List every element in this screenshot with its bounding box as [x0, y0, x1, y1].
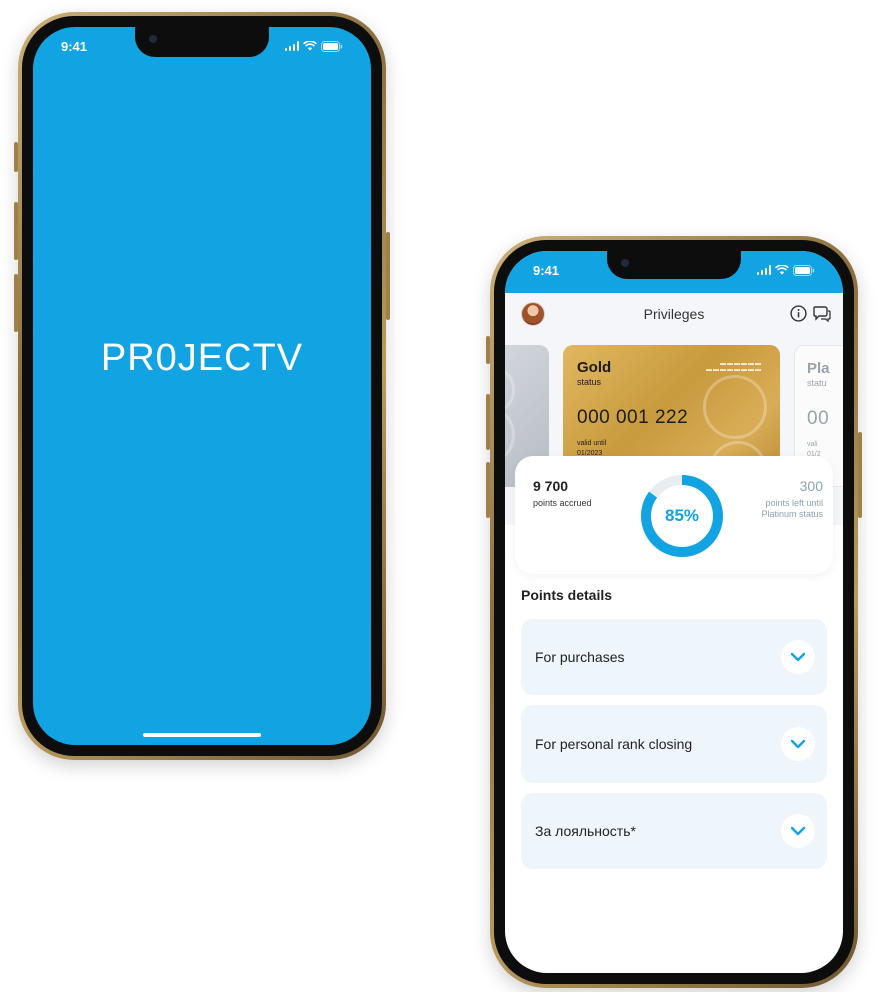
status-time: 9:41 [533, 262, 560, 278]
chat-icon[interactable] [813, 305, 831, 327]
chevron-down-icon [790, 739, 806, 749]
volume-down-button [14, 274, 18, 332]
splash-screen: 9:41 PR0JECTV [33, 27, 371, 745]
expand-button[interactable] [781, 814, 815, 848]
detail-row-personal-rank[interactable]: For personal rank closing [521, 705, 827, 783]
mute-switch [486, 336, 490, 364]
detail-row-loyalty[interactable]: За лояльность* [521, 793, 827, 869]
status-time: 9:41 [61, 38, 88, 54]
points-accrued-label: points accrued [533, 498, 592, 508]
info-icon[interactable] [790, 305, 807, 327]
phone-privileges: 9:41 Privileges ▬▬▬▬▬▬ ▬▬▬▬▬▬▬▬ Gold sta… [486, 236, 862, 988]
points-accrued-value: 9 700 [533, 478, 569, 494]
points-details-title: Points details [521, 587, 613, 603]
detail-row-label: For purchases [535, 649, 625, 665]
page-title: Privileges [643, 306, 705, 322]
avatar[interactable] [521, 302, 545, 326]
volume-down-button [486, 462, 490, 518]
points-summary-panel: 9 700 points accrued 85% 300 points left… [515, 456, 833, 574]
volume-up-button [486, 394, 490, 450]
signal-icon [756, 265, 771, 275]
power-button [386, 232, 390, 320]
expand-button[interactable] [781, 640, 815, 674]
detail-row-purchases[interactable]: For purchases [521, 619, 827, 695]
signal-icon [284, 41, 299, 51]
mute-switch [14, 142, 18, 172]
chevron-down-icon [790, 652, 806, 662]
volume-up-button [14, 202, 18, 260]
detail-row-label: За лояльность* [535, 823, 636, 839]
card-brand-mark: ▬▬▬▬▬▬ ▬▬▬▬▬▬▬▬ [706, 361, 762, 373]
status-bar: 9:41 [33, 27, 371, 65]
card-valid-label: vali [807, 441, 818, 448]
battery-icon [321, 40, 343, 52]
wifi-icon [303, 41, 317, 51]
home-indicator[interactable] [143, 733, 261, 737]
status-bar: 9:41 [505, 251, 843, 289]
chevron-down-icon [790, 826, 806, 836]
expand-button[interactable] [781, 727, 815, 761]
progress-percent: 85% [664, 506, 700, 525]
card-number: 00 [807, 408, 830, 429]
card-level: Pla [807, 360, 830, 377]
power-button [858, 432, 862, 518]
app-header: Privileges [505, 293, 843, 335]
points-left-label: points left until Platinum status [761, 498, 823, 519]
battery-icon [793, 264, 815, 276]
phone-splash: 9:41 PR0JECTV [14, 12, 390, 760]
wifi-icon [775, 265, 789, 275]
points-left-value: 300 [799, 478, 823, 494]
privileges-screen: 9:41 Privileges ▬▬▬▬▬▬ ▬▬▬▬▬▬▬▬ Gold sta… [505, 251, 843, 973]
detail-row-label: For personal rank closing [535, 736, 693, 752]
card-level-subtitle: statu [807, 378, 827, 388]
app-logo: PR0JECTV [100, 337, 304, 379]
